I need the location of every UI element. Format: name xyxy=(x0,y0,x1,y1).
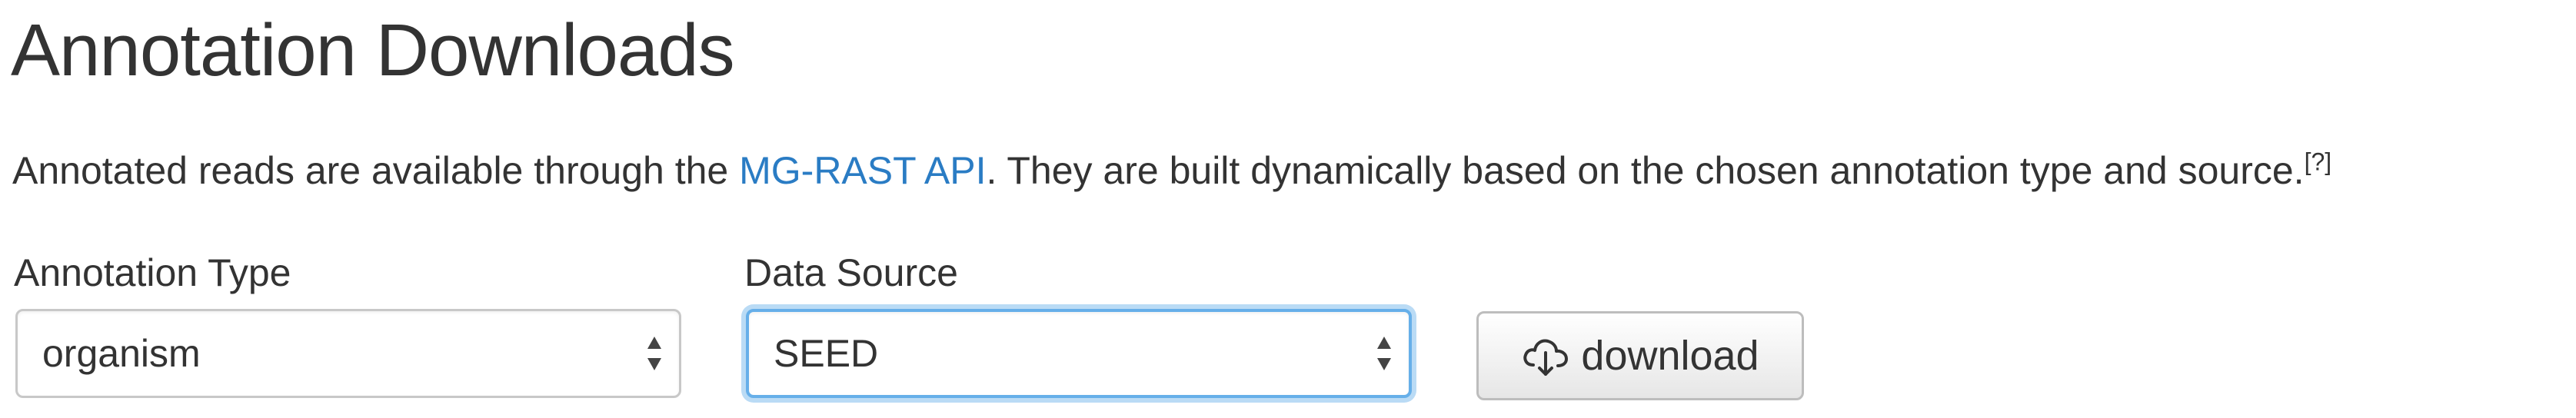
annotation-type-label: Annotation Type xyxy=(14,251,291,294)
annotation-downloads-panel: Annotation Downloads Annotated reads are… xyxy=(0,0,2576,418)
help-link[interactable]: [?] xyxy=(2305,148,2332,175)
page-title: Annotation Downloads xyxy=(11,9,735,91)
select-arrows-icon xyxy=(647,337,661,370)
intro-text-after-link: . They are built dynamically based on th… xyxy=(986,149,2305,192)
data-source-select[interactable]: SEED xyxy=(746,309,1412,398)
data-source-value: SEED xyxy=(774,332,879,375)
data-source-label: Data Source xyxy=(744,251,958,294)
intro-text: Annotated reads are available through th… xyxy=(12,148,2331,194)
cloud-download-icon xyxy=(1523,339,1569,376)
mg-rast-api-link[interactable]: MG-RAST API xyxy=(739,149,986,192)
download-button-label: download xyxy=(1581,333,1759,379)
intro-text-before-link: Annotated reads are available through th… xyxy=(12,149,740,192)
select-arrows-icon xyxy=(1377,337,1391,370)
annotation-type-value: organism xyxy=(42,332,201,375)
download-button[interactable]: download xyxy=(1476,311,1804,400)
annotation-type-select[interactable]: organism xyxy=(15,309,681,398)
